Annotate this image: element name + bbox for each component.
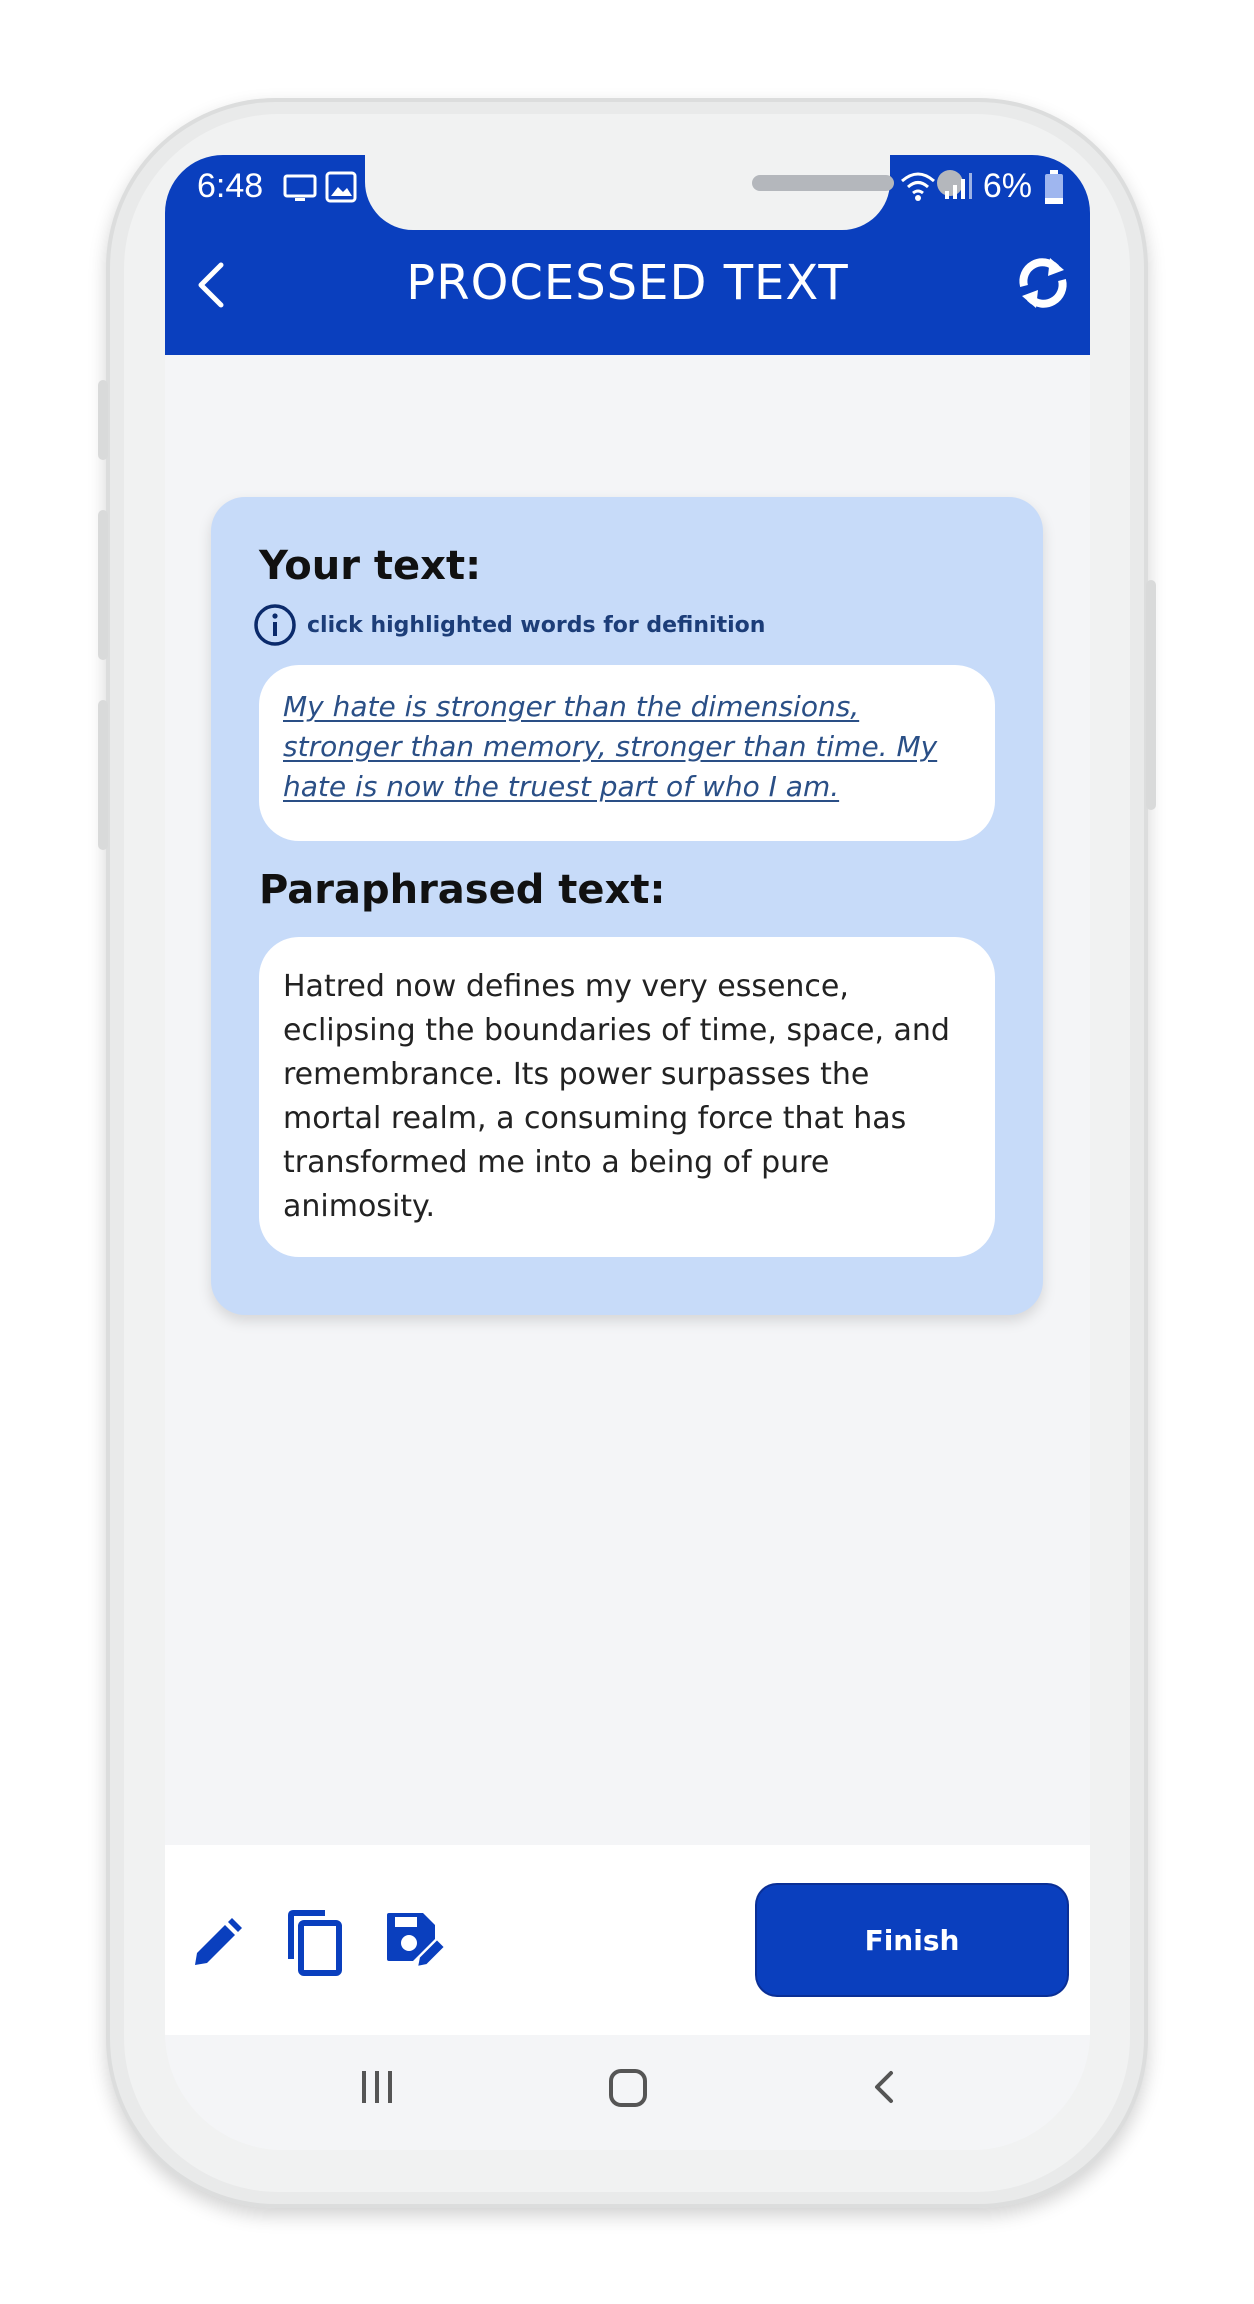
power-button (1146, 580, 1156, 810)
gallery-icon (325, 171, 357, 203)
original-text-box[interactable]: My hate is stronger than the dimensions,… (259, 665, 995, 841)
save-icon[interactable] (383, 1909, 447, 1973)
processed-text-card: Your text: click highlighted words for d… (211, 497, 1043, 1315)
page-title: PROCESSED TEXT (406, 255, 849, 311)
definition-hint: click highlighted words for definition (253, 603, 765, 647)
original-text[interactable]: My hate is stronger than the dimensions,… (283, 687, 971, 807)
battery-level: 6% (982, 167, 1032, 205)
speaker-grille (752, 175, 894, 191)
bixby-button (98, 700, 108, 850)
your-text-heading: Your text: (259, 543, 482, 589)
status-time: 6:48 (197, 167, 264, 205)
battery-icon (1045, 170, 1063, 204)
volume-up-button (98, 380, 108, 460)
cast-icon (283, 174, 317, 201)
paraphrased-text-box: Hatred now defines my very essence, ecli… (259, 937, 995, 1257)
wifi-icon (901, 172, 935, 201)
camera-notch (365, 155, 963, 230)
recents-icon[interactable] (357, 2067, 397, 2107)
system-nav-bar (165, 2035, 1090, 2150)
app-screen: 6:48 6% PROCESSED TEXT Your text: click … (165, 155, 1090, 2150)
hint-text: click highlighted words for definition (307, 612, 766, 638)
bottom-toolbar: Finish (165, 1845, 1090, 2035)
finish-button[interactable]: Finish (757, 1885, 1067, 1995)
paraphrased-text: Hatred now defines my very essence, ecli… (283, 969, 950, 1224)
nav-back-icon[interactable] (865, 2067, 905, 2107)
home-icon[interactable] (607, 2067, 649, 2109)
signal-icon (945, 173, 972, 199)
edit-icon[interactable] (187, 1915, 245, 1973)
copy-icon[interactable] (283, 1909, 347, 1977)
paraphrased-heading: Paraphrased text: (259, 867, 666, 913)
refresh-icon[interactable] (1010, 250, 1076, 316)
app-header: 6:48 6% PROCESSED TEXT (165, 155, 1090, 355)
volume-down-button (98, 510, 108, 660)
info-icon (254, 604, 296, 646)
